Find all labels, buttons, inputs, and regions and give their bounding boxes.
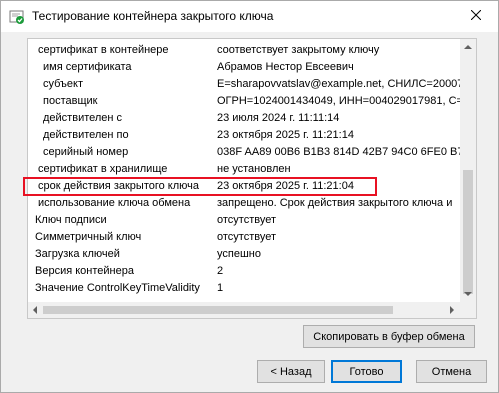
detail-key: сертификат в контейнере (38, 44, 169, 56)
detail-value: запрещено. Срок действия закрытого ключа… (217, 197, 453, 209)
detail-value: Абрамов Нестор Евсеевич (217, 61, 354, 73)
scroll-left-arrow-icon[interactable] (33, 306, 37, 314)
title-bar: Тестирование контейнера закрытого ключа (1, 1, 498, 32)
scroll-down-arrow-icon[interactable] (464, 292, 472, 296)
detail-row[interactable]: сертификат в контейнере соответствует зак… (28, 42, 461, 59)
detail-key: Загрузка ключей (35, 248, 120, 260)
copy-button[interactable]: Скопировать в буфер обмена (303, 325, 475, 348)
cancel-button[interactable]: Отмена (416, 360, 487, 383)
detail-key: использование ключа обмена (38, 197, 191, 209)
detail-key: Симметричный ключ (35, 231, 142, 243)
detail-value: 1 (217, 282, 224, 294)
detail-row[interactable]: действителен по 23 октября 2025 г. 11:21:… (28, 127, 461, 144)
vertical-scrollbar[interactable] (460, 39, 476, 302)
detail-key: субъект (43, 78, 84, 90)
detail-row[interactable]: Значение ControlKeyTimeValidity 1 (28, 280, 461, 297)
detail-value: отсутствует (217, 231, 277, 243)
details-rows: сертификат в контейнере соответствует зак… (28, 42, 464, 297)
detail-key: Версия контейнера (35, 265, 134, 277)
detail-row[interactable]: Версия контейнера 2 (28, 263, 461, 280)
close-icon (470, 9, 481, 23)
detail-key: серийный номер (43, 146, 129, 158)
detail-key: поставщик (43, 95, 98, 107)
highlight-box (23, 177, 377, 196)
detail-value: 23 октября 2025 г. 11:21:14 (217, 129, 354, 141)
close-button[interactable] (453, 1, 498, 32)
detail-key: имя сертификата (43, 61, 132, 73)
detail-key: сертификат в хранилище (38, 163, 168, 175)
window-title: Тестирование контейнера закрытого ключа (32, 9, 274, 23)
detail-value: ОГРН=1024001434049, ИНН=004029017981, С= (217, 95, 463, 107)
detail-row[interactable]: Симметричный ключ отсутствует (28, 229, 461, 246)
detail-key: действителен с (43, 112, 123, 124)
dialog-window: Тестирование контейнера закрытого ключа … (0, 0, 499, 393)
detail-row[interactable]: серийный номер 038F AA89 00B6 B1B3 814D 4… (28, 144, 464, 161)
certificate-check-icon (9, 9, 25, 25)
detail-value: 2 (217, 265, 224, 277)
detail-row[interactable]: действителен с 23 июля 2024 г. 11:11:14 (28, 110, 461, 127)
detail-row[interactable]: использование ключа обмена запрещено. Сро… (28, 195, 461, 212)
detail-row[interactable]: имя сертификата Абрамов Нестор Евсеевич (28, 59, 461, 76)
back-button[interactable]: < Назад (257, 360, 325, 383)
horizontal-scroll-thumb[interactable] (43, 306, 393, 314)
detail-key: действителен по (43, 129, 129, 141)
detail-row[interactable]: субъект E=sharapovvatslav@example.net, СН… (28, 76, 464, 93)
detail-key: Значение ControlKeyTimeValidity (35, 282, 200, 294)
detail-key: Ключ подписи (35, 214, 107, 226)
detail-row[interactable]: Загрузка ключей успешно (28, 246, 461, 263)
detail-value: 038F AA89 00B6 B1B3 814D 42B7 94C0 6FE0 … (217, 146, 464, 158)
detail-row[interactable]: поставщик ОГРН=1024001434049, ИНН=0040290… (28, 93, 463, 110)
done-button[interactable]: Готово (331, 360, 402, 383)
detail-value: успешно (217, 248, 261, 260)
detail-value: отсутствует (217, 214, 277, 226)
vertical-scroll-thumb[interactable] (463, 170, 473, 294)
detail-value: E=sharapovvatslav@example.net, СНИЛС=200… (217, 78, 464, 90)
detail-value: не установлен (217, 163, 291, 175)
detail-value: соответствует закрытому ключу (217, 44, 380, 56)
detail-row[interactable]: сертификат в хранилище не установлен (28, 161, 461, 178)
horizontal-scrollbar[interactable] (28, 302, 476, 318)
detail-value: 23 июля 2024 г. 11:11:14 (217, 112, 340, 124)
scroll-up-arrow-icon[interactable] (464, 45, 472, 49)
scroll-right-arrow-icon[interactable] (450, 306, 454, 314)
detail-row[interactable]: Ключ подписи отсутствует (28, 212, 461, 229)
